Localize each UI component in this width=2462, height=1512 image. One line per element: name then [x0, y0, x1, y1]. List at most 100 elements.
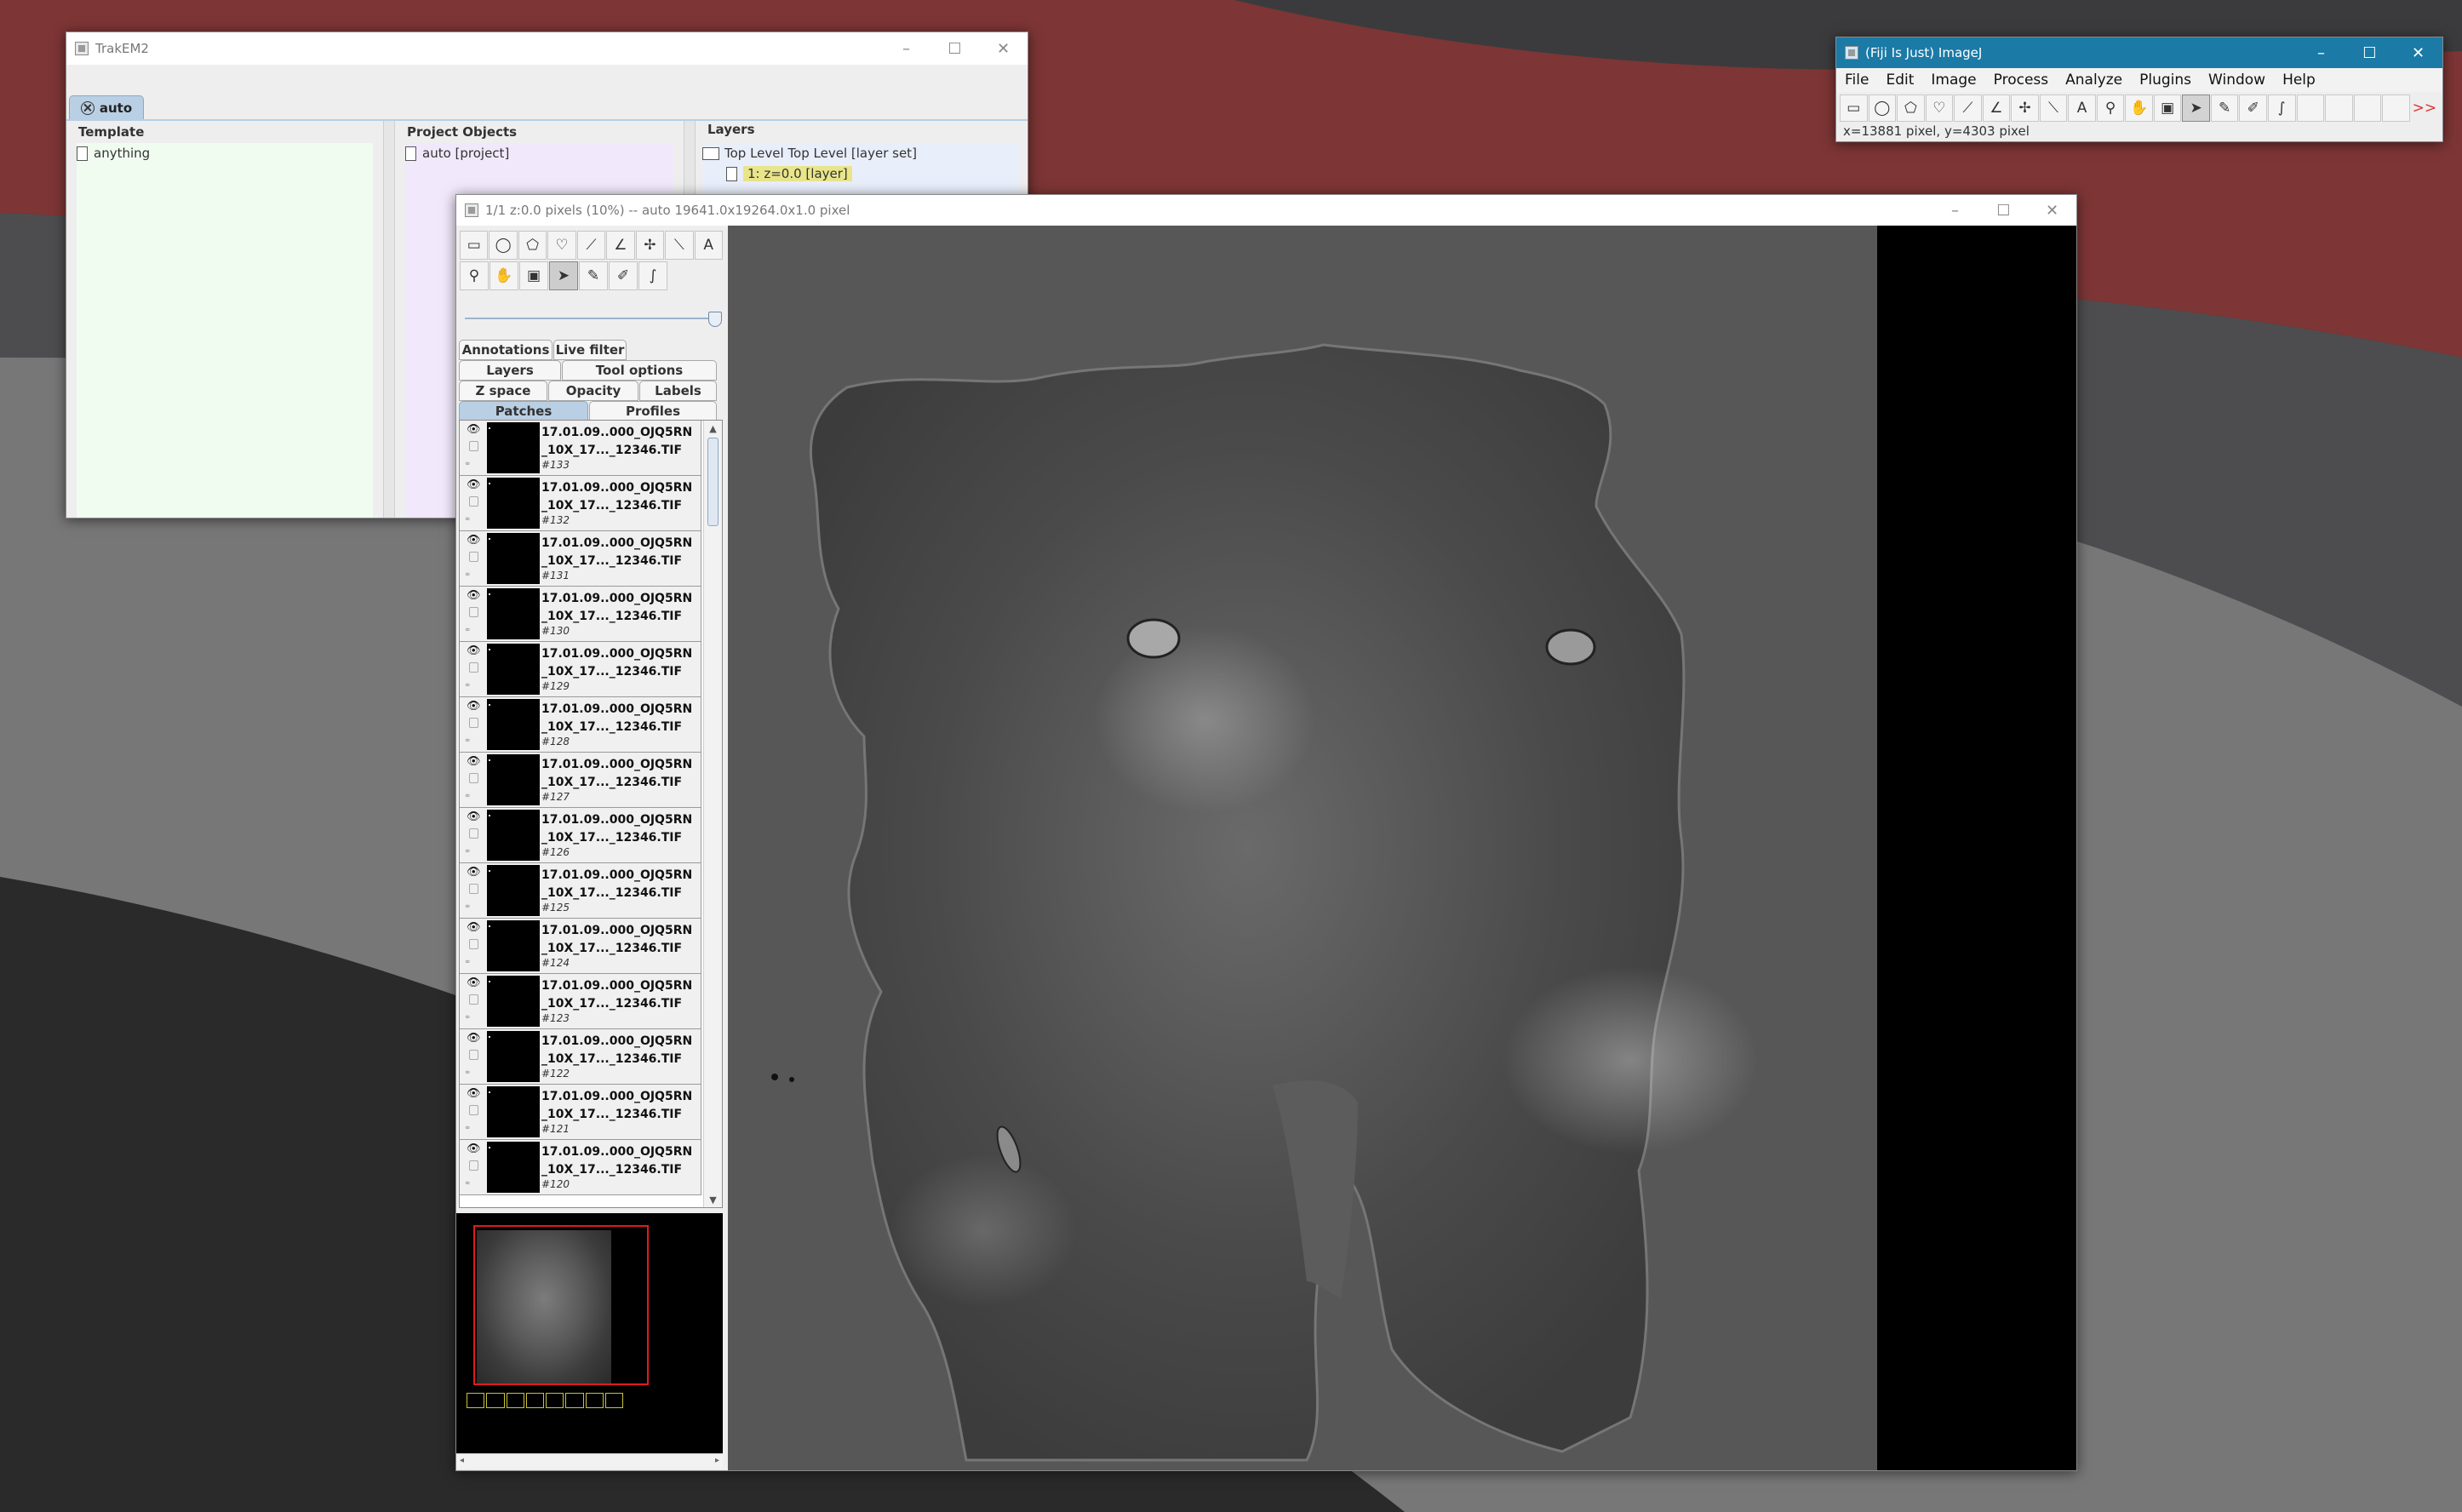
fiji-titlebar[interactable]: (Fiji Is Just) ImageJ – ☐ ✕ — [1836, 37, 2442, 68]
lock-icon[interactable] — [469, 552, 478, 562]
tab-annotations[interactable]: Annotations — [459, 340, 553, 360]
close-icon[interactable]: ✕ — [2394, 37, 2442, 68]
more-tools-button[interactable]: >> — [2411, 94, 2438, 122]
visibility-eye-icon[interactable]: 👁 — [467, 1143, 481, 1155]
link-icon[interactable]: ⚭ — [464, 792, 471, 801]
minimize-icon[interactable]: – — [882, 32, 930, 65]
link-icon[interactable]: ⚭ — [464, 1179, 471, 1188]
text-tool-icon[interactable]: A — [694, 231, 723, 260]
link-icon[interactable]: ⚭ — [464, 1068, 471, 1078]
visibility-eye-icon[interactable]: 👁 — [467, 534, 481, 547]
lock-icon[interactable] — [469, 662, 478, 673]
empty-tool-slot-2[interactable] — [2325, 94, 2353, 122]
minimize-icon[interactable]: – — [2297, 37, 2345, 68]
close-tab-icon[interactable] — [80, 100, 94, 115]
polygon-tool-icon[interactable]: ⬠ — [518, 231, 547, 260]
lock-icon[interactable] — [469, 1160, 478, 1171]
maximize-icon[interactable]: ☐ — [2345, 37, 2394, 68]
link-icon[interactable]: ⚭ — [464, 570, 471, 580]
close-icon[interactable]: ✕ — [979, 32, 1028, 65]
magnifier-tool-icon[interactable]: ⚲ — [460, 261, 489, 290]
visibility-eye-icon[interactable]: 👁 — [467, 866, 481, 879]
display-titlebar[interactable]: 1/1 z:0.0 pixels (10%) -- auto 19641.0x1… — [456, 195, 2076, 226]
link-icon[interactable]: ⚭ — [464, 958, 471, 967]
patch-row[interactable]: 👁 ⚭ 17.01.09..000_OJQ5RN _10X_17..._12346.… — [460, 476, 701, 531]
empty-tool-slot-1[interactable] — [2296, 94, 2325, 122]
maximize-icon[interactable]: ☐ — [1979, 195, 2028, 226]
patch-row[interactable]: 👁 ⚭ 17.01.09..000_OJQ5RN _10X_17..._12346.… — [460, 919, 701, 974]
select-arrow-tool-icon[interactable]: ➤ — [2182, 94, 2210, 122]
wand-tool-icon[interactable]: ⟍ — [2039, 94, 2068, 122]
transparency-slider[interactable] — [465, 312, 722, 327]
split-divider-1[interactable] — [383, 121, 395, 518]
lock-icon[interactable] — [469, 773, 478, 783]
link-icon[interactable]: ⚭ — [464, 902, 471, 912]
hand-tool-icon[interactable]: ✋ — [2125, 94, 2153, 122]
brush-tool-icon[interactable]: ✐ — [2239, 94, 2267, 122]
layer-set-node[interactable]: Top Level Top Level [layer set] — [702, 143, 1019, 163]
trakem2-titlebar[interactable]: TrakEM2 – ☐ ✕ — [66, 32, 1028, 65]
scroll-down-arrow-icon[interactable]: ▼ — [704, 1192, 722, 1207]
navigator-hscrollbar[interactable]: ◂ ▸ — [456, 1453, 723, 1469]
visibility-eye-icon[interactable]: 👁 — [467, 644, 481, 657]
rectangle-tool-icon[interactable]: ▭ — [460, 231, 489, 260]
lock-icon[interactable] — [469, 1105, 478, 1115]
pen-tool-icon[interactable]: ✎ — [2210, 94, 2239, 122]
lock-icon[interactable] — [469, 441, 478, 451]
pen-tool-icon[interactable]: ✎ — [579, 261, 608, 290]
patch-list[interactable]: 👁 ⚭ 17.01.09..000_OJQ5RN _10X_17..._12346.… — [459, 420, 723, 1208]
angle-tool-icon[interactable]: ∠ — [606, 231, 635, 260]
point-tool-icon[interactable]: ✢ — [2011, 94, 2039, 122]
tab-live-filter[interactable]: Live filter — [553, 340, 627, 360]
tab-patches[interactable]: Patches — [459, 401, 588, 421]
lock-icon[interactable] — [469, 994, 478, 1005]
empty-tool-slot-3[interactable] — [2353, 94, 2382, 122]
lock-icon[interactable] — [469, 607, 478, 617]
navigator-panel[interactable]: ◂ ▸ — [456, 1213, 723, 1469]
menu-analyze[interactable]: Analyze — [2057, 72, 2131, 89]
freehand-tool-icon[interactable]: ♡ — [1925, 94, 1954, 122]
close-icon[interactable]: ✕ — [2028, 195, 2076, 226]
scroll-up-arrow-icon[interactable]: ▲ — [704, 421, 722, 436]
lock-icon[interactable] — [469, 884, 478, 894]
angle-tool-icon[interactable]: ∠ — [1982, 94, 2011, 122]
oval-tool-icon[interactable]: ◯ — [489, 231, 518, 260]
tab-auto-project[interactable]: auto — [69, 95, 144, 119]
minimize-icon[interactable]: – — [1931, 195, 1979, 226]
menu-window[interactable]: Window — [2200, 72, 2274, 89]
link-icon[interactable]: ⚭ — [464, 1124, 471, 1133]
patch-row[interactable]: 👁 ⚭ 17.01.09..000_OJQ5RN _10X_17..._12346.… — [460, 421, 701, 476]
menu-file[interactable]: File — [1836, 72, 1877, 89]
patch-row[interactable]: 👁 ⚭ 17.01.09..000_OJQ5RN _10X_17..._12346.… — [460, 1029, 701, 1085]
dropper-tool-icon[interactable]: ▣ — [519, 261, 548, 290]
tab-opacity[interactable]: Opacity — [548, 381, 638, 401]
patch-row[interactable]: 👁 ⚭ 17.01.09..000_OJQ5RN _10X_17..._12346.… — [460, 863, 701, 919]
patch-row[interactable]: 👁 ⚭ 17.01.09..000_OJQ5RN _10X_17..._12346.… — [460, 697, 701, 753]
link-icon[interactable]: ⚭ — [464, 626, 471, 635]
align-tool-icon[interactable]: ∫ — [638, 261, 667, 290]
lock-icon[interactable] — [469, 1050, 478, 1060]
scroll-left-arrow-icon[interactable]: ◂ — [460, 1456, 464, 1465]
oval-tool-icon[interactable]: ◯ — [1868, 94, 1897, 122]
visibility-eye-icon[interactable]: 👁 — [467, 1087, 481, 1100]
layer-node[interactable]: 1: z=0.0 [layer] — [702, 163, 1019, 184]
link-icon[interactable]: ⚭ — [464, 681, 471, 690]
menu-edit[interactable]: Edit — [1877, 72, 1922, 89]
navigator-viewport-box[interactable] — [473, 1225, 649, 1385]
visibility-eye-icon[interactable]: 👁 — [467, 921, 481, 934]
line-tool-icon[interactable]: ⟋ — [1954, 94, 1982, 122]
visibility-eye-icon[interactable]: 👁 — [467, 1032, 481, 1045]
empty-tool-slot-4[interactable] — [2382, 94, 2410, 122]
scroll-right-arrow-icon[interactable]: ▸ — [715, 1456, 719, 1465]
patch-row[interactable]: 👁 ⚭ 17.01.09..000_OJQ5RN _10X_17..._12346.… — [460, 1140, 701, 1195]
patch-row[interactable]: 👁 ⚭ 17.01.09..000_OJQ5RN _10X_17..._12346.… — [460, 974, 701, 1029]
patch-row[interactable]: 👁 ⚭ 17.01.09..000_OJQ5RN _10X_17..._12346.… — [460, 587, 701, 642]
freehand-tool-icon[interactable]: ♡ — [547, 231, 576, 260]
tab-layers[interactable]: Layers — [459, 360, 561, 381]
patch-row[interactable]: 👁 ⚭ 17.01.09..000_OJQ5RN _10X_17..._12346.… — [460, 753, 701, 808]
tab-labels[interactable]: Labels — [639, 381, 717, 401]
brush-tool-icon[interactable]: ✐ — [609, 261, 638, 290]
patch-row[interactable]: 👁 ⚭ 17.01.09..000_OJQ5RN _10X_17..._12346.… — [460, 1085, 701, 1140]
maximize-icon[interactable]: ☐ — [930, 32, 979, 65]
link-icon[interactable]: ⚭ — [464, 1013, 471, 1022]
